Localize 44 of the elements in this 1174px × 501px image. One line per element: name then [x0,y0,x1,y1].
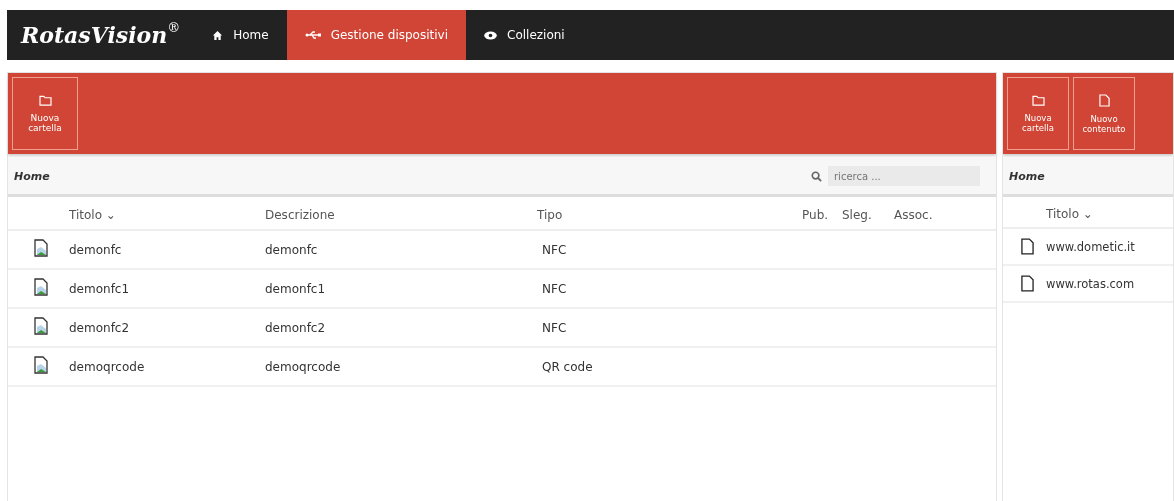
table-cell: demonfc [265,242,318,257]
column-header: Tipo [537,208,563,222]
folder-icon [1031,94,1045,106]
column-header: Pub. [802,208,829,222]
image-file-icon [34,239,48,257]
nav-tab[interactable]: Gestione dispositivi [286,10,466,60]
table-cell: NFC [542,281,567,296]
image-file-icon [34,317,48,335]
table-cell: demonfc1 [265,281,326,296]
column-header: Descrizione [265,208,335,222]
usb-icon [304,30,321,40]
table-cell: www.rotas.com [1046,276,1135,291]
table-cell: demoqrcode [69,359,145,374]
folder-icon [38,94,52,106]
table-cell: NFC [542,242,567,257]
file-icon [1021,275,1034,292]
image-file-icon [34,356,48,374]
breadcrumb[interactable]: Home [1009,169,1045,183]
file-icon [1098,93,1110,107]
search-icon [811,170,822,182]
table-cell: NFC [542,320,567,335]
table-cell: QR code [542,359,593,374]
table-cell: demonfc2 [69,320,130,335]
image-file-icon [34,278,48,296]
table-cell: demonfc [69,242,122,257]
nav-tab[interactable]: Collezioni [466,10,583,60]
column-header[interactable]: Titolo ⌄ [1046,207,1093,221]
new-folder-button[interactable]: Nuova cartella [12,77,78,150]
column-header[interactable]: Titolo ⌄ [69,208,116,222]
breadcrumb[interactable]: Home [14,169,50,183]
table-cell: www.dometic.it [1046,239,1135,254]
eye-icon [484,30,497,40]
nav-tab[interactable]: Home [194,10,287,60]
file-icon [1021,238,1034,255]
new-content-button[interactable]: Nuovo contenuto [1073,77,1135,150]
column-header: Assoc. [894,208,933,222]
table-cell: demonfc1 [69,281,130,296]
brand-logo: RotasVision$^{®}$ [19,19,182,50]
column-header: Sleg. [842,208,872,222]
new-folder-button[interactable]: Nuova cartella [1007,77,1069,150]
table-cell: demonfc2 [265,320,326,335]
table-cell: demoqrcode [265,359,341,374]
search-field[interactable]: ricerca ... [828,166,980,186]
home-icon [212,29,224,41]
